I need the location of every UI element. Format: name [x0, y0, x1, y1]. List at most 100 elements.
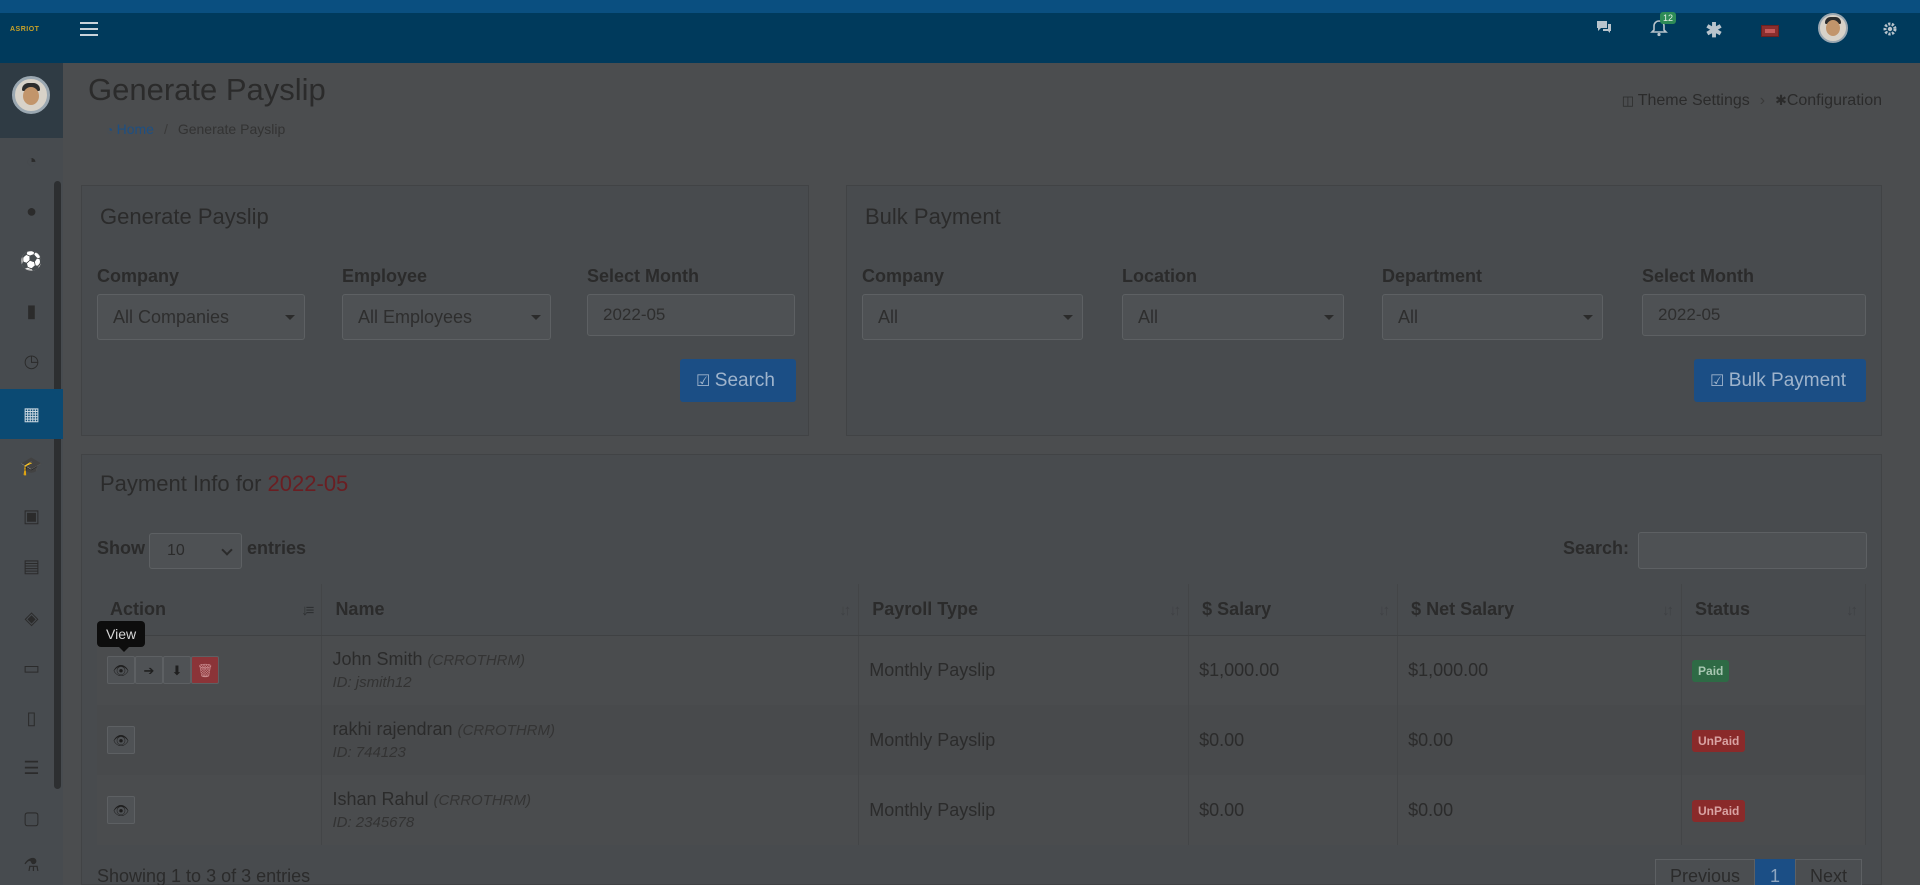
column-header-payroll-type[interactable]: Payroll Type ↓↑	[858, 584, 1190, 636]
breadcrumb-separator: /	[163, 121, 168, 137]
bulk-company-select[interactable]: All	[862, 294, 1083, 340]
company-label: Company	[97, 266, 180, 286]
table-search-label: Search:	[1563, 538, 1630, 558]
payment-table: Action ↓≡ Name ↓↑ Payroll Type ↓↑ $ Salary ↓…	[97, 584, 1866, 845]
employee-id: ID: jsmith12	[332, 674, 412, 692]
employee-name[interactable]: John Smith	[332, 649, 422, 669]
eye-icon: 👁	[112, 733, 130, 748]
table-search-input[interactable]	[1638, 532, 1867, 569]
hamburger-icon[interactable]	[80, 22, 98, 36]
employee-name[interactable]: Ishan Rahul	[332, 789, 428, 809]
id-card-icon: ▭	[22, 657, 40, 678]
user-avatar[interactable]	[1818, 13, 1848, 43]
column-label: Name	[335, 598, 385, 619]
payment-info-title: Payment Info for 2022-05	[100, 471, 348, 497]
view-button[interactable]: 👁	[107, 656, 135, 685]
configuration-link[interactable]: ✱Configuration	[1775, 92, 1882, 109]
show-label: Show	[97, 538, 145, 558]
sidebar-item-training[interactable]: 🎓	[0, 441, 63, 491]
gear-icon[interactable]	[1878, 20, 1902, 44]
open-button[interactable]: ➔	[135, 656, 163, 685]
name-cell: Ishan Rahul (CRROTHRM) ID: 2345678	[321, 775, 860, 845]
search-button[interactable]: ☑ Search	[680, 359, 796, 402]
sidebar-item-tickets[interactable]: ◈	[0, 593, 63, 643]
bulk-payment-card: Bulk Payment Company All Location All De…	[846, 185, 1882, 436]
department-select[interactable]: All	[1382, 294, 1603, 340]
header-links: ◫ Theme Settings › ✱Configuration	[1622, 92, 1882, 110]
sidebar-item-company[interactable]: ▮	[0, 286, 63, 336]
status-cell: Paid	[1681, 635, 1866, 705]
sidebar-item-attendance[interactable]: ◷	[0, 336, 63, 386]
net-salary-cell: $0.00	[1397, 705, 1683, 775]
clock-icon: ◷	[23, 350, 40, 371]
salary-cell: $0.00	[1188, 705, 1399, 775]
column-header-net-salary[interactable]: $ Net Salary ↓↑	[1397, 584, 1683, 636]
table-row: 👁 rakhi rajendran (CRROTHRM) ID: 744123 …	[97, 705, 1866, 775]
breadcrumb-home[interactable]: ◔ Home	[106, 121, 154, 137]
location-select[interactable]: All	[1122, 294, 1344, 340]
file-icon: ▯	[26, 707, 37, 728]
breadcrumb-home-label: Home	[116, 121, 154, 137]
pagination-next[interactable]: Next	[1795, 859, 1863, 885]
pagination-page[interactable]: 1	[1755, 859, 1796, 885]
sort-icon: ↓↑	[1169, 602, 1181, 619]
sidebar-item-id-card[interactable]: ▭	[0, 643, 63, 693]
employee-company: (CRROTHRM)	[427, 652, 525, 670]
bulk-payment-button[interactable]: ☑ Bulk Payment	[1694, 359, 1866, 402]
download-icon: ⬇	[171, 663, 183, 679]
action-cell: 👁	[97, 775, 323, 845]
chat-icon[interactable]	[1592, 19, 1616, 43]
money-icon: ▢	[22, 807, 40, 828]
column-header-salary[interactable]: $ Salary ↓↑	[1188, 584, 1399, 636]
check-square-icon: ☑	[696, 373, 715, 390]
entries-label: entries	[247, 538, 307, 558]
sort-icon: ↓↑	[1662, 602, 1674, 619]
employee-select[interactable]: All Employees	[342, 294, 551, 340]
table-header-row: Action ↓≡ Name ↓↑ Payroll Type ↓↑ $ Salary ↓…	[97, 584, 1866, 636]
month-input[interactable]: 2022-05	[587, 294, 795, 336]
net-salary-cell: $1,000.00	[1397, 635, 1683, 705]
sidebar-avatar[interactable]	[12, 76, 50, 114]
sidebar-item-lab[interactable]: ⚗	[0, 840, 63, 885]
asterisk-icon[interactable]: ✱	[1702, 19, 1726, 43]
name-cell: rakhi rajendran (CRROTHRM) ID: 744123	[321, 705, 860, 775]
sidebar-item-employees[interactable]: ●	[0, 186, 63, 236]
column-header-name[interactable]: Name ↓↑	[321, 584, 860, 636]
status-badge: UnPaid	[1692, 799, 1746, 822]
check-square-icon: ☑	[1710, 373, 1729, 390]
sidebar-item-finance[interactable]: ▢	[0, 793, 63, 843]
search-button-label: Search	[714, 370, 775, 391]
table-row: 👁 Ishan Rahul (CRROTHRM) ID: 2345678 Mon…	[97, 775, 1866, 845]
sort-icon: ↓≡	[301, 602, 314, 619]
employee-id: ID: 2345678	[332, 814, 415, 831]
view-button[interactable]: 👁	[107, 796, 135, 824]
page-title: Generate Payslip	[88, 72, 326, 107]
column-label: $ Salary	[1202, 598, 1272, 619]
sidebar-item-calendar[interactable]: ▤	[0, 541, 63, 591]
bulk-month-input[interactable]: 2022-05	[1642, 294, 1866, 336]
eye-icon: 👁	[112, 663, 130, 679]
theme-settings-link[interactable]: ◫ Theme Settings	[1622, 92, 1750, 109]
sidebar-item-sports[interactable]: ⚽	[0, 236, 63, 286]
theme-settings-label: Theme Settings	[1637, 92, 1750, 109]
status-badge: Paid	[1692, 659, 1730, 682]
company-select[interactable]: All Companies	[97, 294, 305, 340]
sidebar-item-dashboard[interactable]: ◔	[0, 136, 63, 186]
sidebar-item-documents[interactable]: ▯	[0, 693, 63, 743]
app-logo[interactable]: ASRIOT	[10, 26, 52, 36]
employee-name[interactable]: rakhi rajendran	[332, 719, 452, 739]
sidebar-item-assets[interactable]: ▣	[0, 491, 63, 541]
sidebar-item-servers[interactable]: ☰	[0, 743, 63, 793]
pagination-previous[interactable]: Previous	[1655, 859, 1756, 885]
flag-icon[interactable]	[1761, 25, 1779, 37]
delete-button[interactable]: 🗑	[191, 656, 219, 685]
sidebar: ◔ ● ⚽ ▮ ◷ ▦ 🎓 ▣ ▤ ◈ ▭ ▯ ☰ ▢ ⚗	[0, 63, 63, 885]
entries-per-page-select[interactable]: 10	[149, 533, 242, 569]
status-badge: UnPaid	[1692, 729, 1746, 752]
column-header-status[interactable]: Status ↓↑	[1681, 584, 1866, 636]
download-button[interactable]: ⬇	[163, 656, 191, 685]
sidebar-item-payroll[interactable]: ▦	[0, 389, 63, 439]
view-button[interactable]: 👁	[107, 726, 135, 754]
employee-company: (CRROTHRM)	[457, 722, 556, 739]
trash-icon: 🗑	[196, 663, 214, 679]
